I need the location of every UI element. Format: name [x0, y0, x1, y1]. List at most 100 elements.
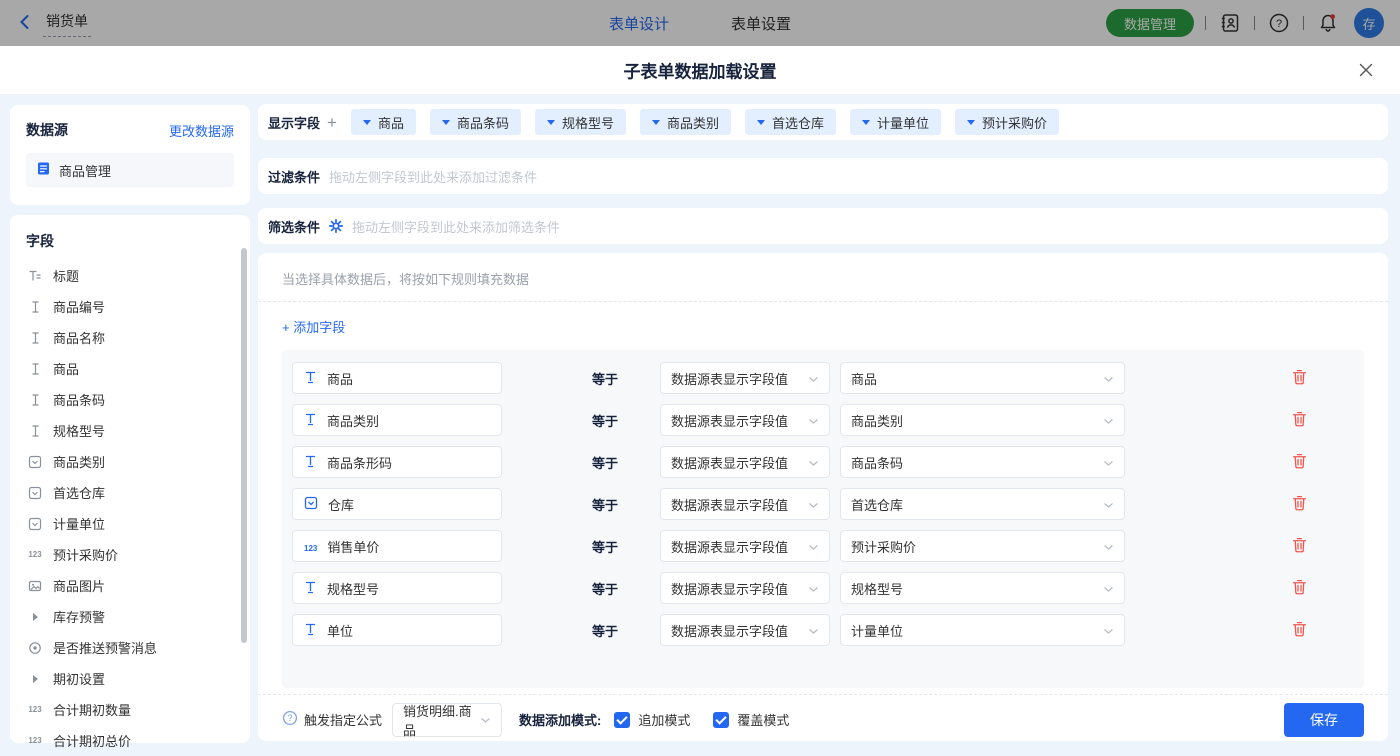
field-item[interactable]: 商品类别 — [26, 446, 240, 477]
back-button[interactable] — [14, 12, 36, 34]
delete-rule-button[interactable] — [1290, 411, 1308, 429]
source-type-select[interactable]: 数据源表显示字段值 — [660, 614, 830, 646]
tab-form-design[interactable]: 表单设计 — [609, 13, 669, 34]
subform-field-box[interactable]: 商品类别 — [292, 404, 502, 436]
data-manage-button[interactable]: 数据管理 — [1106, 9, 1194, 37]
source-field-select[interactable]: 预计采购价 — [840, 530, 1125, 562]
subform-field-box[interactable]: 销售单价 — [292, 530, 502, 562]
display-fields-card: 显示字段 + 商品 商品条码 规格型号 商品类别 首选仓库 计量单位 预计采购价 — [258, 104, 1388, 140]
subform-field-label: 单位 — [327, 621, 353, 640]
field-item[interactable]: 商品编号 — [26, 291, 240, 322]
source-type-select[interactable]: 数据源表显示字段值 — [660, 446, 830, 478]
append-mode-checkbox[interactable]: 追加模式 — [614, 710, 690, 729]
add-rule-field-link[interactable]: + 添加字段 — [282, 317, 345, 336]
filter-drop-placeholder: 拖动左侧字段到此处来添加过滤条件 — [329, 167, 537, 186]
field-item[interactable]: 合计期初总价 — [26, 725, 240, 756]
source-field-value: 首选仓库 — [851, 495, 903, 514]
delete-rule-button[interactable] — [1290, 621, 1308, 639]
source-type-value: 数据源表显示字段值 — [671, 453, 788, 472]
sift-drop-placeholder: 拖动左侧字段到此处来添加筛选条件 — [352, 217, 560, 236]
field-item[interactable]: 规格型号 — [26, 415, 240, 446]
overwrite-mode-checkbox[interactable]: 覆盖模式 — [713, 710, 789, 729]
contact-book-icon[interactable] — [1217, 10, 1243, 36]
source-field-select[interactable]: 计量单位 — [840, 614, 1125, 646]
source-field-select[interactable]: 规格型号 — [840, 572, 1125, 604]
chevron-down-icon — [808, 539, 819, 554]
chevron-down-icon — [1103, 497, 1114, 512]
rule-row: 单位 等于 数据源表显示字段值 计量单位 — [292, 614, 1354, 646]
field-item[interactable]: 是否推送预警消息 — [26, 632, 240, 663]
display-field-tag[interactable]: 首选仓库 — [745, 109, 836, 135]
rule-row: 商品类别 等于 数据源表显示字段值 商品类别 — [292, 404, 1354, 436]
display-field-tag[interactable]: 预计采购价 — [955, 109, 1059, 135]
add-display-field-button[interactable]: + — [327, 114, 337, 131]
close-button[interactable] — [1354, 59, 1378, 83]
gear-icon[interactable] — [329, 219, 343, 233]
source-type-select[interactable]: 数据源表显示字段值 — [660, 530, 830, 562]
change-datasource-link[interactable]: 更改数据源 — [169, 121, 234, 140]
source-type-select[interactable]: 数据源表显示字段值 — [660, 404, 830, 436]
delete-rule-button[interactable] — [1290, 537, 1308, 555]
source-field-select[interactable]: 商品类别 — [840, 404, 1125, 436]
source-field-select[interactable]: 商品条码 — [840, 446, 1125, 478]
fields-scrollbar[interactable] — [241, 248, 247, 643]
source-field-select[interactable]: 首选仓库 — [840, 488, 1125, 520]
field-item[interactable]: 商品名称 — [26, 322, 240, 353]
display-field-tag[interactable]: 商品类别 — [640, 109, 731, 135]
app-topbar: 销货单 表单设计 表单设置 数据管理 ? 存 — [0, 0, 1400, 46]
text-field-icon — [304, 454, 317, 471]
source-field-select[interactable]: 商品 — [840, 362, 1125, 394]
caret-down-icon — [757, 120, 765, 125]
save-button[interactable]: 保存 — [1284, 703, 1364, 737]
chevron-down-icon — [808, 581, 819, 596]
source-type-value: 数据源表显示字段值 — [671, 621, 788, 640]
rules-footer: ? 触发指定公式 销货明细.商品 数据添加模式: 追加模式 覆盖模式 保存 — [258, 695, 1388, 744]
datasource-item[interactable]: 商品管理 — [26, 153, 234, 187]
field-item[interactable]: 计量单位 — [26, 508, 240, 539]
subform-field-box[interactable]: 单位 — [292, 614, 502, 646]
trigger-formula-select[interactable]: 销货明细.商品 — [392, 703, 502, 737]
field-item[interactable]: 预计采购价 — [26, 539, 240, 570]
field-item[interactable]: 期初设置 — [26, 663, 240, 694]
expand-caret-icon — [26, 675, 44, 683]
subform-field-box[interactable]: 规格型号 — [292, 572, 502, 604]
field-label: 商品图片 — [53, 576, 105, 595]
source-type-select[interactable]: 数据源表显示字段值 — [660, 362, 830, 394]
help-circle-icon[interactable]: ? — [282, 710, 298, 729]
help-icon[interactable]: ? — [1266, 10, 1292, 36]
display-field-tag[interactable]: 商品条码 — [430, 109, 521, 135]
field-item[interactable]: 标题 — [26, 260, 240, 291]
subform-field-box[interactable]: 商品条形码 — [292, 446, 502, 478]
svg-text:?: ? — [287, 713, 292, 723]
source-type-select[interactable]: 数据源表显示字段值 — [660, 572, 830, 604]
source-type-select[interactable]: 数据源表显示字段值 — [660, 488, 830, 520]
delete-rule-button[interactable] — [1290, 495, 1308, 513]
field-item[interactable]: 商品图片 — [26, 570, 240, 601]
field-item[interactable]: 商品 — [26, 353, 240, 384]
field-label: 计量单位 — [53, 514, 105, 533]
display-field-tag[interactable]: 计量单位 — [850, 109, 941, 135]
user-avatar[interactable]: 存 — [1354, 8, 1384, 38]
image-field-icon — [26, 579, 44, 593]
field-item[interactable]: 合计期初数量 — [26, 694, 240, 725]
field-item[interactable]: 商品条码 — [26, 384, 240, 415]
delete-rule-button[interactable] — [1290, 579, 1308, 597]
tab-form-settings[interactable]: 表单设置 — [731, 13, 791, 34]
display-field-tag[interactable]: 商品 — [351, 109, 416, 135]
delete-rule-button[interactable] — [1290, 369, 1308, 387]
subform-field-box[interactable]: 仓库 — [292, 488, 502, 520]
operator-label: 等于 — [592, 495, 620, 514]
notification-bell-icon[interactable] — [1315, 10, 1341, 36]
source-field-value: 预计采购价 — [851, 537, 916, 556]
field-item[interactable]: 库存预警 — [26, 601, 240, 632]
form-name[interactable]: 销货单 — [43, 9, 91, 37]
subform-field-box[interactable]: 商品 — [292, 362, 502, 394]
display-field-tag[interactable]: 规格型号 — [535, 109, 626, 135]
topbar-left: 销货单 — [0, 9, 91, 37]
sift-condition-card[interactable]: 筛选条件 拖动左侧字段到此处来添加筛选条件 — [258, 208, 1388, 244]
delete-rule-button[interactable] — [1290, 453, 1308, 471]
subform-field-label: 商品类别 — [327, 411, 379, 430]
field-item[interactable]: 首选仓库 — [26, 477, 240, 508]
chevron-down-icon — [1103, 413, 1114, 428]
filter-condition-card[interactable]: 过滤条件 拖动左侧字段到此处来添加过滤条件 — [258, 158, 1388, 194]
